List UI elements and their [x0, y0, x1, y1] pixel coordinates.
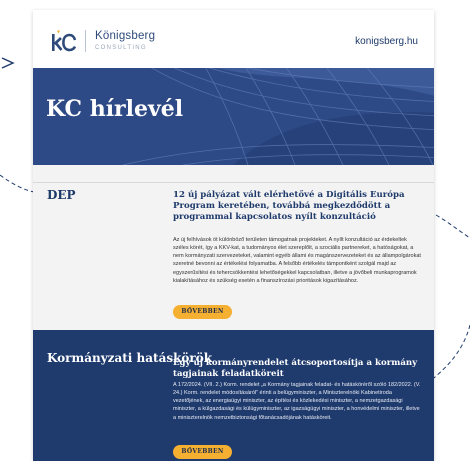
- read-more-button[interactable]: BŐVEBBEN: [173, 305, 232, 319]
- newsletter-header: Königsberg CONSULTING konigsberg.hu: [33, 10, 434, 68]
- logo-subtitle: CONSULTING: [95, 44, 147, 51]
- logo-divider: [85, 30, 86, 52]
- article-title: Egy új kormányrendelet átcsoportosítja a…: [173, 358, 418, 379]
- read-more-button[interactable]: BŐVEBBEN: [173, 445, 232, 459]
- newsletter-sheet: Königsberg CONSULTING konigsberg.hu KC h…: [33, 10, 434, 461]
- logo-text: Königsberg CONSULTING: [95, 31, 155, 51]
- article-title: 12 új pályázat vált elérhetővé a Digitál…: [173, 190, 405, 222]
- company-logo[interactable]: Königsberg CONSULTING: [49, 28, 155, 54]
- newsletter-title: KC hírlevél: [46, 96, 184, 122]
- website-link[interactable]: konigsberg.hu: [355, 36, 418, 47]
- section-label: DEP: [47, 188, 76, 202]
- article-section-government: Kormányzati hatáskörök Egy új kormányren…: [33, 330, 434, 461]
- article-section-dep: DEP 12 új pályázat vált elérhetővé a Dig…: [33, 165, 434, 330]
- article-body: Az új felhívások öt különböző területen …: [173, 237, 421, 284]
- hero-banner: KC hírlevél: [33, 68, 434, 165]
- logo-name: Königsberg: [95, 30, 156, 43]
- kc-logo-icon: [52, 30, 77, 52]
- section-divider: [33, 182, 434, 183]
- article-body: A 172/2024. (VII. 2.) Korm. rendelet „a …: [173, 382, 421, 421]
